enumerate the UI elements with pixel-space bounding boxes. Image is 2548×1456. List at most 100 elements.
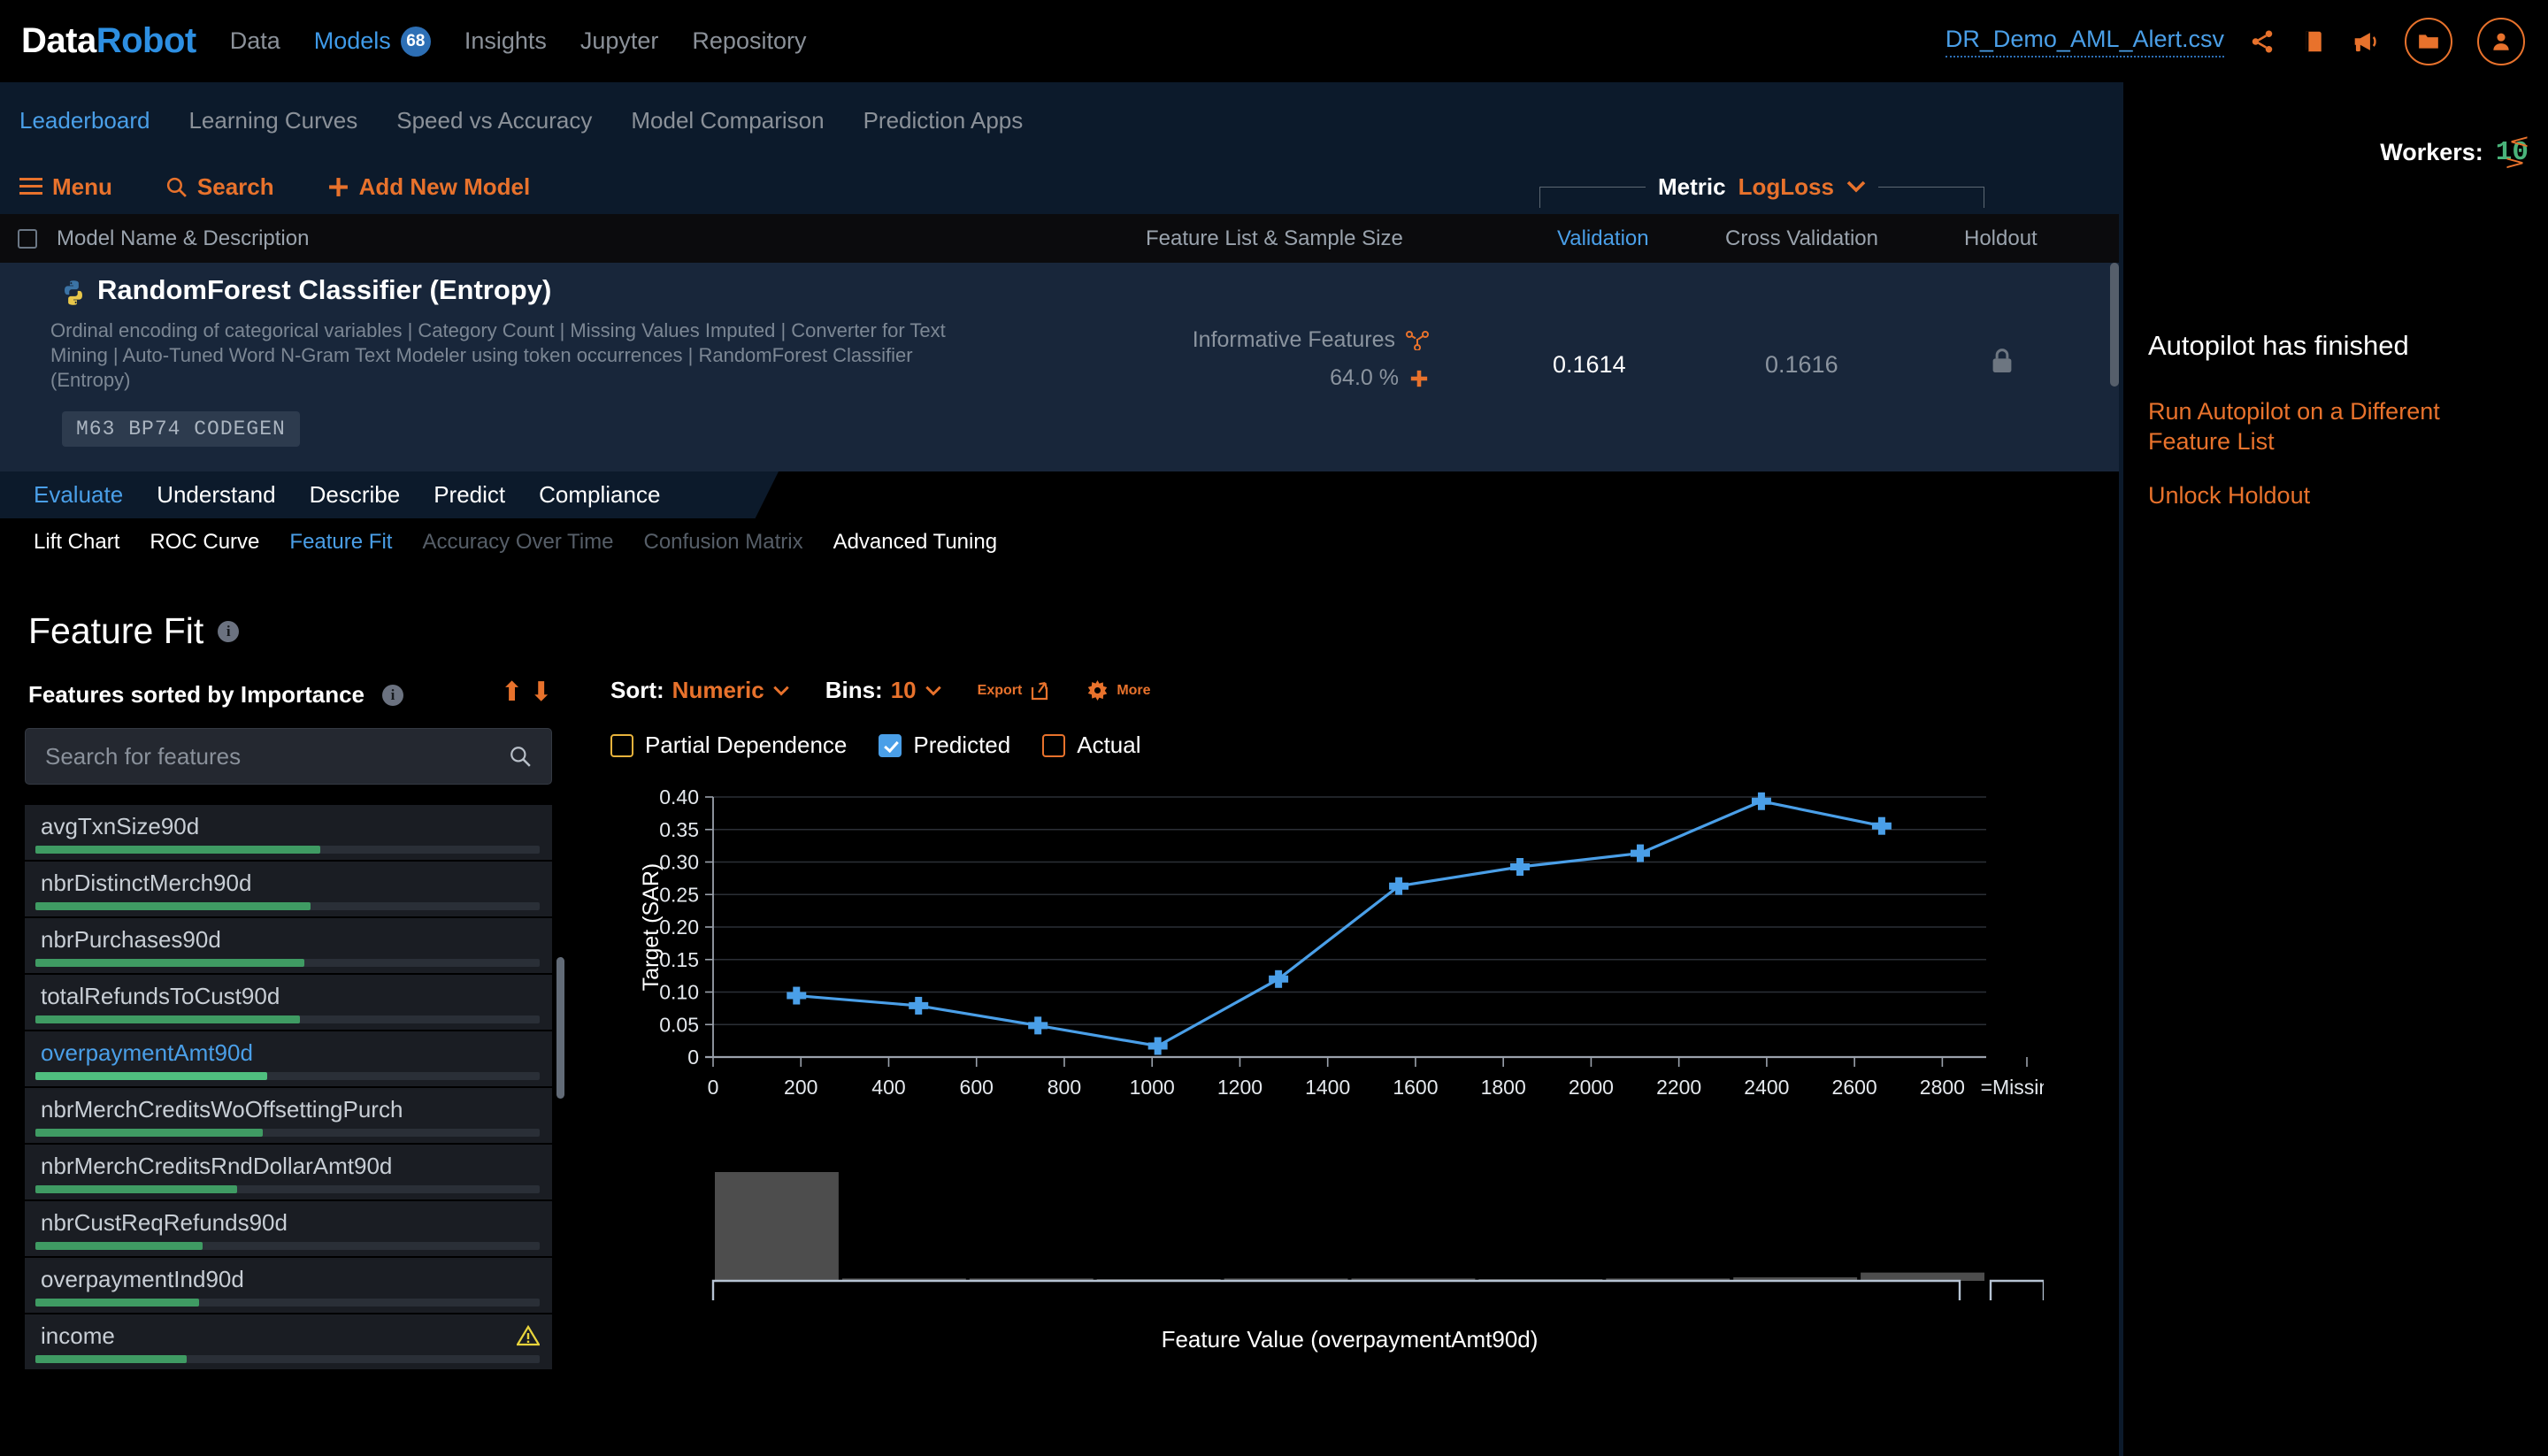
plus-icon-sample[interactable] <box>1409 369 1429 388</box>
chevron-down-icon[interactable] <box>1846 180 1866 193</box>
toggle-predicted[interactable]: Predicted <box>879 732 1010 759</box>
feature-list-icon[interactable] <box>1406 330 1429 350</box>
column-header-validation[interactable]: Validation <box>1557 226 1649 251</box>
list-item[interactable]: nbrDistinctMerch90d <box>25 862 552 918</box>
list-item[interactable]: nbrPurchases90d <box>25 918 552 975</box>
sort-value[interactable]: Numeric <box>672 677 764 704</box>
datarobot-logo[interactable]: DataRobot <box>21 21 196 61</box>
topnav-item-models[interactable]: Models 68 <box>314 26 431 57</box>
xtick-label: 0 <box>708 1076 719 1099</box>
range-bracket-missing[interactable] <box>1989 1279 2044 1300</box>
column-header-holdout[interactable]: Holdout <box>1964 226 2038 251</box>
chart-svg[interactable]: 0 0.05 0.10 0.15 0.20 0.25 0.30 0.35 0.40 Target … <box>610 756 2044 1455</box>
subnav-item-prediction-apps[interactable]: Prediction Apps <box>844 107 1043 134</box>
chevron-down-icon-sort[interactable] <box>772 686 790 696</box>
search-label: Search <box>196 172 274 200</box>
list-item[interactable]: nbrMerchCreditsWoOffsettingPurch <box>25 1088 552 1145</box>
sort-control[interactable]: Sort: Numeric <box>610 677 790 704</box>
column-header-cross-validation[interactable]: Cross Validation <box>1725 226 1878 251</box>
topnav-item-insights[interactable]: Insights <box>464 27 547 55</box>
tab-understand[interactable]: Understand <box>140 481 292 509</box>
list-item[interactable]: income <box>25 1314 552 1371</box>
leaderboard-scrollbar-thumb[interactable] <box>2110 263 2119 387</box>
tab-compliance[interactable]: Compliance <box>522 481 677 509</box>
select-all-checkbox[interactable] <box>18 228 37 249</box>
leaderboard-scrollbar-track[interactable] <box>2110 263 2119 493</box>
book-icon[interactable] <box>2300 28 2327 55</box>
subtab-advanced-tuning[interactable]: Advanced Tuning <box>818 530 1012 555</box>
user-account-button[interactable] <box>2477 17 2525 65</box>
series-predicted[interactable] <box>787 792 1892 1055</box>
topnav-item-jupyter[interactable]: Jupyter <box>580 27 659 55</box>
search-input[interactable] <box>45 742 509 770</box>
leaderboard-table-header: Model Name & Description Feature List & … <box>0 214 2123 263</box>
dataset-name-link[interactable]: DR_Demo_AML_Alert.csv <box>1945 26 2224 57</box>
workers-control: Workers: 10 ˅ ˅ <box>2380 135 2536 170</box>
more-button[interactable]: More <box>1086 679 1151 701</box>
subnav-item-leaderboard[interactable]: Leaderboard <box>0 107 169 134</box>
topnav-item-repository[interactable]: Repository <box>692 27 806 55</box>
unlock-holdout-link[interactable]: Unlock Holdout <box>2148 480 2511 510</box>
feature-list-scrollbar-track[interactable] <box>556 807 564 1293</box>
importance-bar-fill <box>35 846 321 854</box>
checkbox-partial-dependence[interactable] <box>610 733 633 757</box>
importance-bar-fill <box>35 1299 200 1307</box>
ytick-label: 0.15 <box>659 948 699 971</box>
importance-bar-fill <box>35 902 311 910</box>
features-sorted-label: Features sorted by Importance i <box>28 681 403 709</box>
importance-bar-fill <box>35 1015 301 1023</box>
search-icon-features[interactable] <box>509 745 532 768</box>
subtab-label-lift-chart: Lift Chart <box>34 530 120 554</box>
feature-search-box[interactable] <box>25 728 552 785</box>
list-item[interactable]: overpaymentAmt90d <box>25 1031 552 1088</box>
toggle-actual[interactable]: Actual <box>1042 732 1141 759</box>
tab-predict[interactable]: Predict <box>417 481 522 509</box>
range-bracket-main[interactable] <box>711 1279 1961 1300</box>
search-button[interactable]: Search <box>165 173 274 201</box>
info-icon-feature-fit[interactable]: i <box>218 620 240 642</box>
lock-icon[interactable] <box>1991 347 2014 375</box>
subnav-label-speed-vs-accuracy: Speed vs Accuracy <box>396 107 593 134</box>
info-icon-sorted[interactable]: i <box>382 684 403 706</box>
folder-button[interactable] <box>2405 17 2452 65</box>
subtab-feature-fit[interactable]: Feature Fit <box>274 530 407 555</box>
feature-fit-chart[interactable]: 0 0.05 0.10 0.15 0.20 0.25 0.30 0.35 0.40 Target … <box>610 756 2044 1455</box>
importance-bar-track <box>35 1242 540 1250</box>
export-button[interactable]: Export <box>978 680 1052 701</box>
list-item[interactable]: avgTxnSize90d <box>25 805 552 862</box>
subnav-item-speed-vs-accuracy[interactable]: Speed vs Accuracy <box>377 107 611 134</box>
checkbox-actual[interactable] <box>1042 733 1066 757</box>
tab-evaluate[interactable]: Evaluate <box>0 481 140 509</box>
toggle-partial-dependence[interactable]: Partial Dependence <box>610 732 847 759</box>
feature-list[interactable]: avgTxnSize90d nbrDistinctMerch90d nbrPurch… <box>25 805 552 1389</box>
list-item[interactable]: nbrMerchCreditsRndDollarAmt90d <box>25 1145 552 1201</box>
megaphone-icon[interactable] <box>2352 28 2380 55</box>
subnav-item-learning-curves[interactable]: Learning Curves <box>169 107 377 134</box>
chevron-down-icon-bins[interactable] <box>925 686 942 696</box>
importance-bar-track <box>35 1299 540 1307</box>
subtab-roc-curve[interactable]: ROC Curve <box>134 530 274 555</box>
share-icon[interactable] <box>2249 28 2276 55</box>
bins-control[interactable]: Bins: 10 <box>825 677 942 704</box>
list-item[interactable]: totalRefundsToCust90d <box>25 975 552 1031</box>
subtab-lift-chart[interactable]: Lift Chart <box>0 530 134 555</box>
run-autopilot-link[interactable]: Run Autopilot on a Different Feature Lis… <box>2148 396 2511 456</box>
feature-list-scrollbar-thumb[interactable] <box>556 957 564 1099</box>
add-new-model-button[interactable]: Add New Model <box>327 173 530 201</box>
sort-descending-icon[interactable]: ⬇ <box>530 679 552 706</box>
checkbox-predicted[interactable] <box>879 733 902 757</box>
menu-button[interactable]: Menu <box>19 173 112 201</box>
warning-icon[interactable] <box>517 1325 540 1346</box>
subnav-item-model-comparison[interactable]: Model Comparison <box>611 107 843 134</box>
workers-decrement-icon[interactable]: ˅ <box>2497 157 2535 170</box>
bins-value[interactable]: 10 <box>891 677 917 704</box>
sort-ascending-icon[interactable]: ⬆ <box>501 679 523 706</box>
list-item[interactable]: overpaymentInd90d <box>25 1258 552 1314</box>
list-item[interactable]: nbrCustReqRefunds90d <box>25 1201 552 1258</box>
topnav-item-data[interactable]: Data <box>230 27 280 55</box>
tab-describe[interactable]: Describe <box>293 481 418 509</box>
chart-toolbar: Sort: Numeric Bins: 10 Export More <box>610 677 1151 704</box>
model-title[interactable]: RandomForest Classifier (Entropy) <box>97 274 551 306</box>
metric-value[interactable]: LogLoss <box>1738 173 1834 201</box>
workers-increment-icon[interactable]: ˅ <box>2499 135 2537 148</box>
